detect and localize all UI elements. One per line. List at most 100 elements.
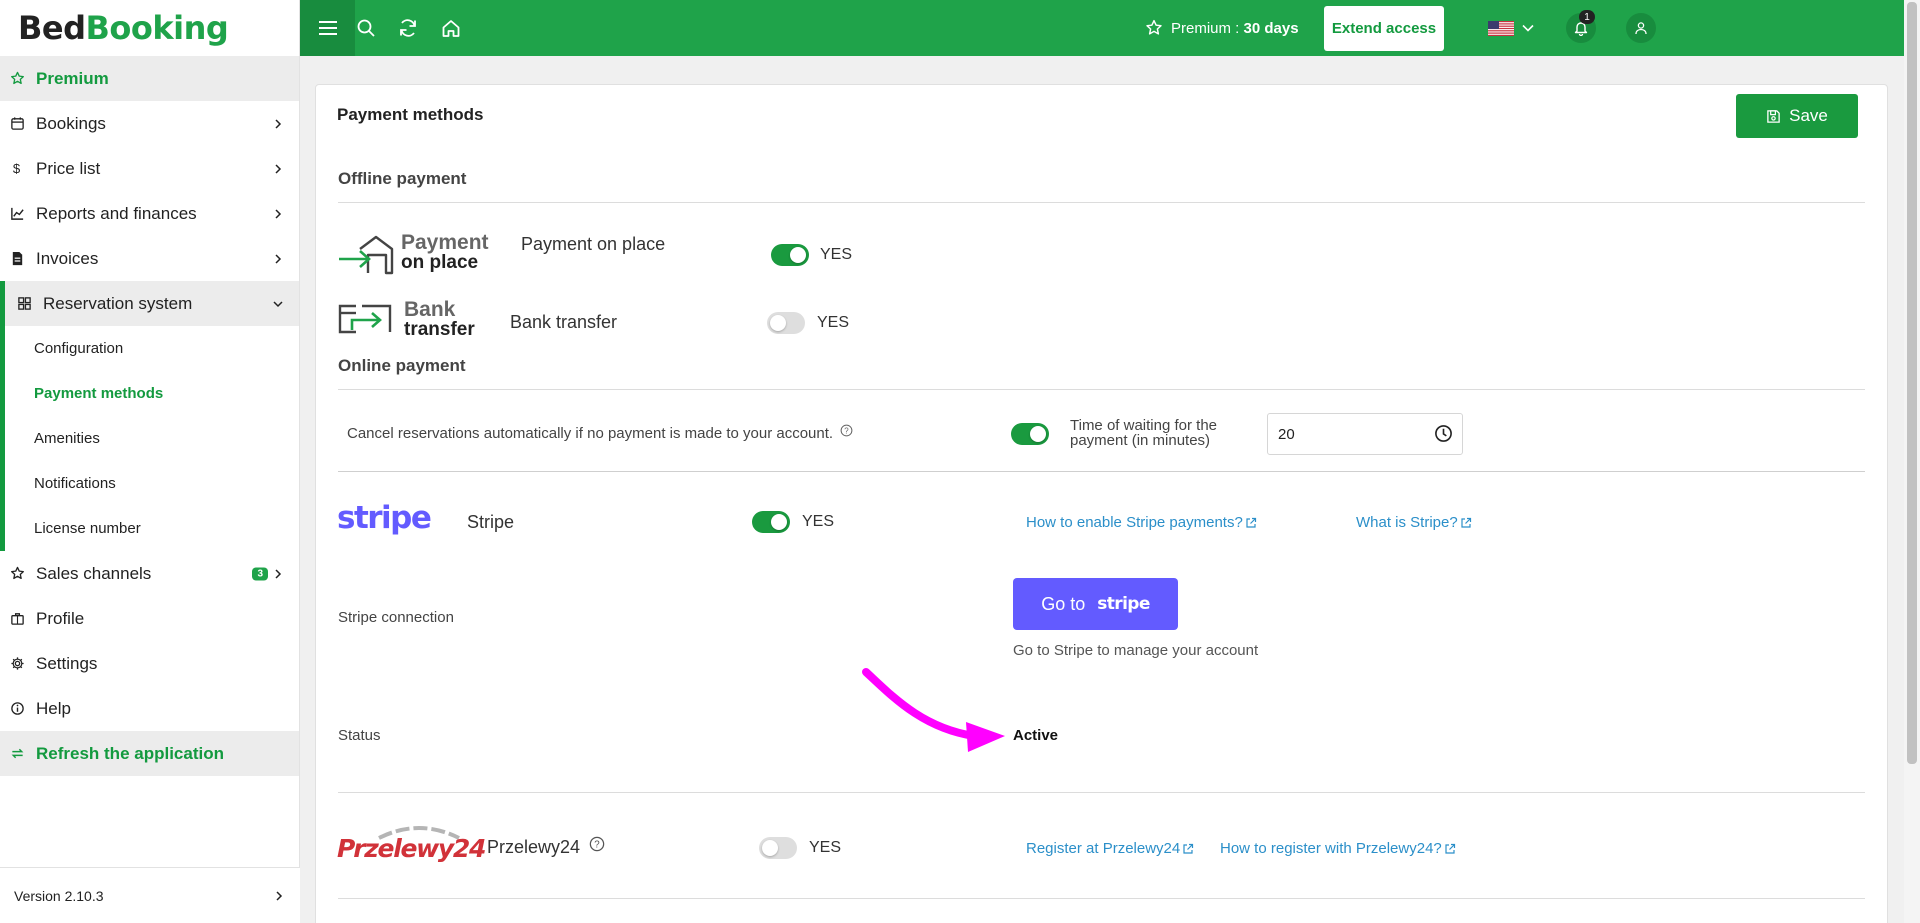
sidebar-item-settings[interactable]: Settings <box>0 641 299 686</box>
status-value: Active <box>1013 727 1059 744</box>
register-przelewy24-link[interactable]: Register at Przelewy24 <box>1026 840 1194 857</box>
sidebar-item-label: Bookings <box>36 113 106 133</box>
gear-icon <box>10 656 36 671</box>
annotation-arrow <box>862 668 1005 752</box>
logo-part-booking: Booking <box>85 9 229 47</box>
bank-transfer-label: Bank transfer <box>510 312 618 332</box>
wait-time-label: Time of waiting for the payment (in minu… <box>1070 417 1218 449</box>
sidebar-item-label: Reservation system <box>43 293 193 313</box>
reservation-submenu: Configuration Payment methods Amenities … <box>0 326 299 551</box>
sidebar-item-refresh[interactable]: Refresh the application <box>0 731 299 776</box>
link-label: How to enable Stripe payments? <box>1026 514 1243 531</box>
chevron-right-icon <box>276 890 283 901</box>
premium-status: Premium : 30 days <box>1145 0 1299 56</box>
invoice-icon <box>10 251 36 266</box>
yes-label: YES <box>820 246 853 263</box>
sync-icon[interactable] <box>398 18 418 38</box>
logo-part-bed: Bed <box>18 9 86 47</box>
sidebar-item-help[interactable]: Help <box>0 686 299 731</box>
sidebar-item-reports[interactable]: Reports and finances <box>0 191 299 236</box>
svg-text:$: $ <box>13 161 21 176</box>
sidebar-subitem-amenities[interactable]: Amenities <box>5 416 299 461</box>
external-link-icon <box>1461 517 1471 528</box>
premium-label: Premium : <box>1171 19 1240 37</box>
przelewy24-logo: Przelewy24 <box>337 822 486 868</box>
stripe-connection-label: Stripe connection <box>338 609 454 626</box>
door-enter-icon <box>339 235 394 275</box>
yes-label: YES <box>802 513 835 530</box>
search-icon[interactable] <box>356 18 376 38</box>
star-icon <box>10 566 36 581</box>
sidebar-subitem-payment-methods[interactable]: Payment methods <box>5 371 299 416</box>
scrollbar-thumb[interactable] <box>1907 2 1917 764</box>
sidebar-item-bookings[interactable]: Bookings <box>0 101 299 146</box>
cancel-reservations-text: Cancel reservations automatically if no … <box>347 424 853 442</box>
sidebar-item-label: Profile <box>36 608 85 628</box>
user-icon <box>1635 22 1647 35</box>
chevron-right-icon <box>275 118 282 129</box>
chart-icon <box>10 206 36 221</box>
przelewy24-label-text: Przelewy24 <box>487 837 581 857</box>
divider <box>338 898 1865 899</box>
question-icon[interactable]: ? <box>840 424 853 437</box>
sidebar-item-label: Settings <box>36 653 98 673</box>
sidebar-item-premium[interactable]: Premium <box>0 56 299 101</box>
sidebar-subitem-notifications[interactable]: Notifications <box>5 461 299 506</box>
star-icon <box>10 71 36 86</box>
przelewy24-toggle[interactable] <box>759 837 797 859</box>
sidebar-item-invoices[interactable]: Invoices <box>0 236 299 281</box>
sidebar-item-sales-channels[interactable]: Sales channels 3 <box>0 551 299 596</box>
chevron-right-icon <box>275 208 282 219</box>
payment-on-place-logo: Payment on place <box>338 232 498 275</box>
sidebar-item-reservation-system[interactable]: Reservation system <box>0 281 299 326</box>
sidebar-item-price-list[interactable]: $ Price list <box>0 146 299 191</box>
go-to-label: Go to <box>1041 593 1086 614</box>
sidebar: Bed Booking Premium Bookings $ Price list… <box>0 0 300 923</box>
offline-payment-heading: Offline payment <box>338 169 467 188</box>
page-title: Payment methods <box>337 105 484 124</box>
home-icon[interactable] <box>441 18 461 38</box>
svg-text:?: ? <box>594 839 600 850</box>
cancel-reservations-toggle[interactable] <box>1011 423 1049 445</box>
przelewy24-wordmark: Przelewy24 <box>337 834 486 863</box>
payment-on-place-toggle[interactable] <box>771 244 809 266</box>
what-is-stripe-link[interactable]: What is Stripe? <box>1356 514 1472 531</box>
clock-icon[interactable] <box>1434 424 1453 443</box>
stripe-toggle[interactable] <box>752 511 790 533</box>
refresh-icon <box>10 746 36 761</box>
stripe-label: Stripe <box>467 512 515 532</box>
stripe-manage-text: Go to Stripe to manage your account <box>1013 642 1259 659</box>
how-to-register-przelewy24-link[interactable]: How to register with Przelewy24? <box>1220 840 1456 857</box>
chevron-right-icon <box>275 163 282 174</box>
sidebar-item-label: Reports and finances <box>36 203 197 223</box>
payment-methods-card <box>315 84 1888 923</box>
divider <box>338 792 1865 793</box>
chevron-down-icon[interactable] <box>1522 22 1534 34</box>
divider <box>338 471 1865 472</box>
przelewy24-label: Przelewy24 ? <box>487 836 605 858</box>
sidebar-subitem-configuration[interactable]: Configuration <box>5 326 299 371</box>
user-menu-button[interactable] <box>1626 13 1656 43</box>
sidebar-item-label: Price list <box>36 158 101 178</box>
how-to-enable-stripe-link[interactable]: How to enable Stripe payments? <box>1026 514 1257 531</box>
sales-channels-badge: 3 <box>252 567 268 580</box>
page-scrollbar[interactable] <box>1904 0 1920 923</box>
version-footer[interactable]: Version 2.10.3 <box>0 867 300 923</box>
menu-toggle-button[interactable] <box>300 0 355 56</box>
payment-on-place-label: Payment on place <box>521 234 666 254</box>
extend-access-button[interactable]: Extend access <box>1324 6 1444 51</box>
yes-label: YES <box>809 839 842 856</box>
status-label: Status <box>338 727 381 744</box>
yes-label: YES <box>817 314 850 331</box>
go-to-stripe-button[interactable]: Go to stripe <box>1013 578 1178 630</box>
bank-transfer-toggle[interactable] <box>767 312 805 334</box>
save-button[interactable]: Save <box>1736 94 1858 138</box>
online-payment-heading: Online payment <box>338 356 466 375</box>
app-logo[interactable]: Bed Booking <box>0 0 299 56</box>
sidebar-subitem-license-number[interactable]: License number <box>5 506 299 551</box>
bank-transfer-icon <box>338 304 392 334</box>
sidebar-item-profile[interactable]: Profile <box>0 596 299 641</box>
us-flag-icon[interactable] <box>1488 21 1514 36</box>
link-label: What is Stripe? <box>1356 514 1458 531</box>
question-icon[interactable]: ? <box>589 836 605 852</box>
